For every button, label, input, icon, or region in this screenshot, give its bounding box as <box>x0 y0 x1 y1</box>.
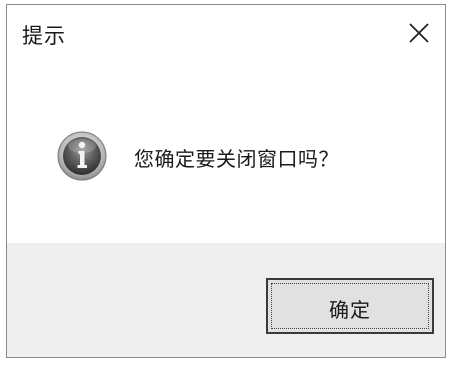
close-icon <box>409 23 429 43</box>
dialog-content: 您确定要关闭窗口吗？ <box>7 59 445 243</box>
close-button[interactable] <box>393 5 445 59</box>
message-dialog: 提示 您确定要关闭窗口吗？ 确定 <box>6 4 446 358</box>
button-bar: 确定 <box>7 243 445 357</box>
ok-button[interactable]: 确定 <box>266 278 434 334</box>
title-bar: 提示 <box>7 5 445 59</box>
info-icon <box>57 131 107 181</box>
ok-button-label: 确定 <box>329 298 371 322</box>
dialog-title: 提示 <box>22 24 66 48</box>
dialog-message: 您确定要关闭窗口吗？ <box>134 147 339 171</box>
